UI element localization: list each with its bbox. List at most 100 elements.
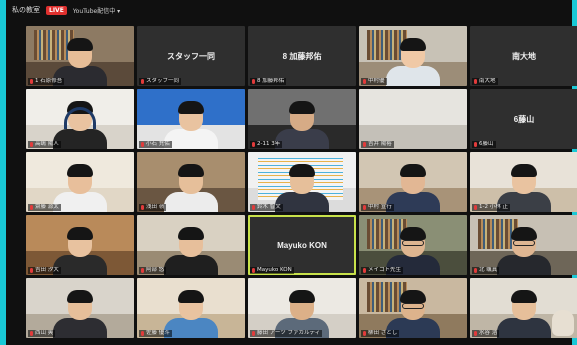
torso-graphic	[164, 318, 218, 338]
participant-video-figure	[164, 227, 218, 275]
participant-video-figure	[386, 164, 440, 212]
participant-tile[interactable]: 6藤山 6藤山	[470, 89, 577, 149]
meeting-window: 私の教室 LIVE YouTube配信中 ▾ 1 石原修吾 スタッフ一同 スタッフ一…	[0, 0, 577, 345]
cat-graphic	[552, 310, 574, 336]
participant-name: 中村優	[368, 78, 385, 84]
muted-mic-icon	[30, 268, 33, 273]
participant-video-figure	[164, 101, 218, 149]
hair-graphic	[67, 38, 93, 51]
participant-name-label: 中村 宣行	[361, 204, 394, 211]
muted-mic-icon	[363, 79, 366, 84]
participant-name-label: 阿部 悠	[139, 267, 167, 274]
hair-graphic	[178, 290, 204, 303]
participant-name-label: 8 加藤邦佑	[250, 78, 287, 85]
participant-tile[interactable]: 中村 宣行	[359, 152, 467, 212]
muted-mic-icon	[252, 142, 255, 147]
participant-tile[interactable]: 吉井 陽裕	[359, 89, 467, 149]
live-badge: LIVE	[46, 5, 67, 15]
participant-tile[interactable]: 阿部 悠	[137, 215, 245, 275]
stream-status-menu[interactable]: YouTube配信中 ▾	[73, 6, 120, 15]
participant-tile[interactable]: 南大地 南大地	[470, 26, 577, 86]
hair-graphic	[178, 164, 204, 177]
muted-mic-icon	[141, 142, 144, 147]
muted-mic-icon	[252, 79, 255, 84]
participant-video-figure	[53, 101, 107, 149]
participant-tile[interactable]: 北 颯真	[470, 215, 577, 275]
participant-name-label: スタッフ一同	[139, 78, 182, 85]
participant-name: 中村 宣行	[368, 204, 392, 210]
muted-mic-icon	[141, 268, 144, 273]
participant-name-label: 水谷 浩	[472, 330, 500, 337]
participant-name: 鈴木 智文	[257, 204, 281, 210]
participant-name: 吉井 陽裕	[368, 141, 392, 147]
muted-mic-icon	[363, 142, 366, 147]
participant-tile[interactable]: 2-11 3年	[248, 89, 356, 149]
participant-tile[interactable]: 藤田 アーツ ファカルティ	[248, 278, 356, 338]
participant-video-figure	[497, 290, 551, 338]
participant-tile[interactable]: 吉田 汐大	[26, 215, 134, 275]
participant-name-label: メイコト先生	[361, 267, 404, 274]
participant-video-figure	[164, 164, 218, 212]
participant-name: 南大地	[479, 78, 496, 84]
torso-graphic	[164, 255, 218, 275]
participant-video-figure	[275, 164, 329, 212]
participant-name-label: 吉田 汐大	[28, 267, 61, 274]
muted-mic-icon	[30, 205, 33, 210]
participant-display-name: Mayuko KON	[277, 240, 327, 250]
participant-tile[interactable]: メイコト先生	[359, 215, 467, 275]
participant-video-figure	[497, 227, 551, 275]
participant-tile[interactable]: 高嶋 陽人	[26, 89, 134, 149]
muted-mic-icon	[30, 331, 33, 336]
participant-tile[interactable]: 1-2 小林 正	[470, 152, 577, 212]
participant-video-figure	[386, 38, 440, 86]
participant-tile[interactable]: 8 加藤邦佑 8 加藤邦佑	[248, 26, 356, 86]
participant-name: 8 加藤邦佑	[257, 78, 285, 84]
torso-graphic	[497, 318, 551, 338]
participant-name: 高嶋 陽人	[35, 141, 59, 147]
participant-tile[interactable]: 水谷 浩	[470, 278, 577, 338]
hair-graphic	[511, 290, 537, 303]
participant-name-label: 1 石原修吾	[28, 78, 65, 85]
muted-mic-icon	[252, 331, 255, 336]
participant-tile[interactable]: Mayuko KON Mayuko KON	[248, 215, 356, 275]
participant-tile[interactable]: 鈴木 智文	[248, 152, 356, 212]
participant-name: 齋藤 源太	[35, 204, 59, 210]
participant-display-name: スタッフ一同	[167, 51, 215, 61]
participant-tile[interactable]: スタッフ一同 スタッフ一同	[137, 26, 245, 86]
muted-mic-icon	[474, 205, 477, 210]
participant-name: 1 石原修吾	[35, 78, 63, 84]
muted-mic-icon	[30, 79, 33, 84]
participant-tile[interactable]: 中村優	[359, 26, 467, 86]
muted-mic-icon	[252, 268, 255, 273]
participant-name-label: 中村優	[361, 78, 387, 85]
torso-graphic	[386, 192, 440, 212]
participant-display-name: 6藤山	[513, 114, 535, 124]
participant-tile[interactable]: 西山 爽	[26, 278, 134, 338]
participant-tile[interactable]: 齋藤 源太	[26, 152, 134, 212]
muted-mic-icon	[141, 79, 144, 84]
participant-tile[interactable]: 小石 充佑	[137, 89, 245, 149]
participant-video-figure	[164, 290, 218, 338]
hair-graphic	[400, 164, 426, 177]
muted-mic-icon	[474, 142, 477, 147]
participant-name: メイコト先生	[368, 267, 402, 273]
muted-mic-icon	[363, 331, 366, 336]
participant-name-label: 西山 爽	[28, 330, 56, 337]
muted-mic-icon	[363, 205, 366, 210]
participant-display-name: 南大地	[512, 51, 536, 61]
participant-tile[interactable]: 佐藤 優斗	[137, 278, 245, 338]
torso-graphic	[275, 129, 329, 149]
participant-video-figure	[53, 227, 107, 275]
participant-display-name: 8 加藤邦佑	[282, 51, 322, 61]
hair-graphic	[400, 227, 426, 240]
participant-name-label: 柳田 さとし	[361, 330, 400, 337]
hair-graphic	[400, 290, 426, 303]
muted-mic-icon	[141, 331, 144, 336]
participant-tile[interactable]: 浅田 嶺	[137, 152, 245, 212]
participant-tile[interactable]: 柳田 さとし	[359, 278, 467, 338]
muted-mic-icon	[474, 79, 477, 84]
hair-graphic	[289, 164, 315, 177]
participant-name: 柳田 さとし	[368, 330, 398, 336]
participant-name-label: 南大地	[472, 78, 498, 85]
participant-tile[interactable]: 1 石原修吾	[26, 26, 134, 86]
